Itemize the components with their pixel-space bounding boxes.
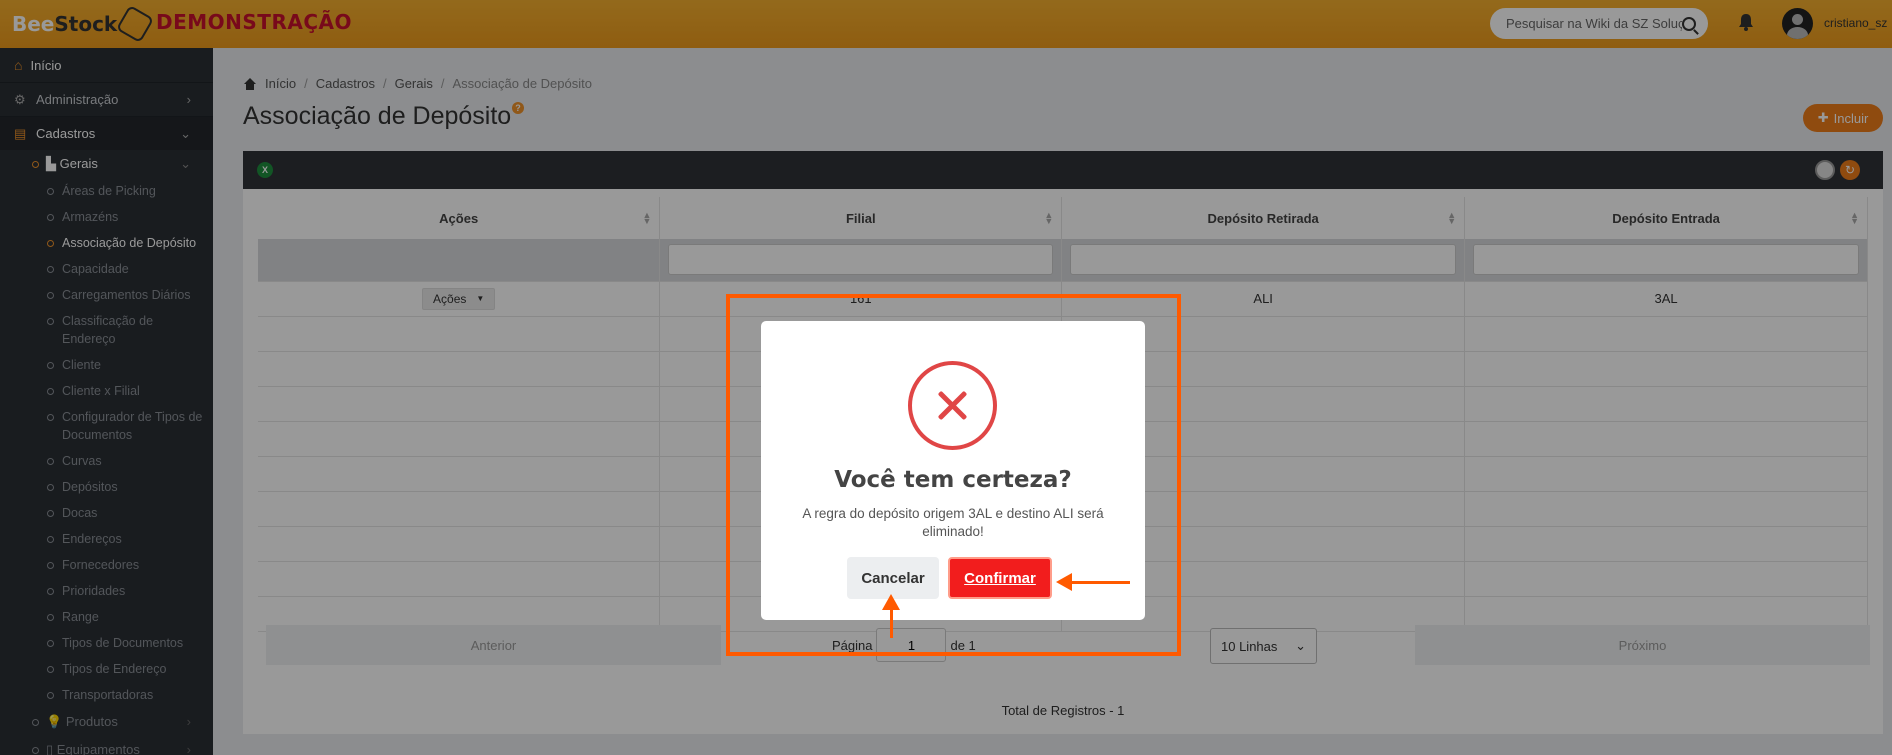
annotation-arrow-left-icon bbox=[1056, 573, 1130, 591]
confirm-button[interactable]: Confirmar bbox=[948, 557, 1052, 599]
cancel-button[interactable]: Cancelar bbox=[847, 557, 939, 599]
error-x-icon bbox=[908, 361, 997, 450]
dialog-title: Você tem certeza? bbox=[834, 467, 1072, 493]
dialog-message: A regra do depósito origem 3AL e destino… bbox=[802, 506, 1104, 539]
annotation-arrow-up-icon bbox=[882, 594, 900, 638]
confirm-dialog: Você tem certeza? A regra do depósito or… bbox=[761, 321, 1145, 620]
